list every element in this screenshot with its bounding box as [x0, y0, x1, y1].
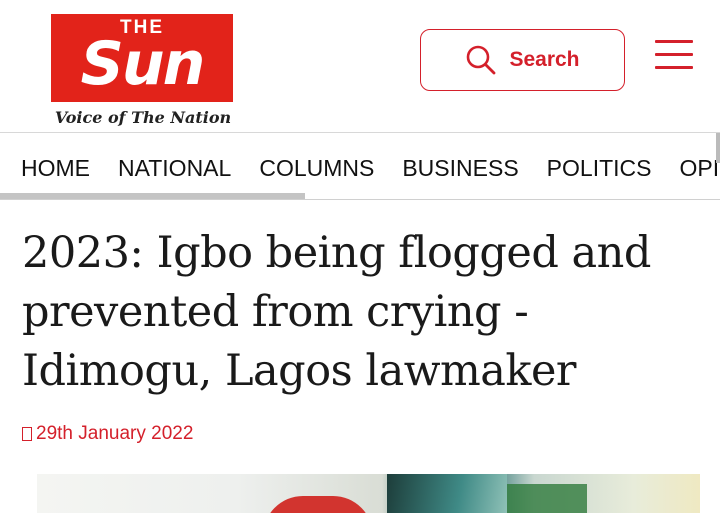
article-date: 29th January 2022 — [22, 423, 193, 445]
nav-item-business[interactable]: BUSINESS — [402, 155, 518, 182]
logo-tagline: Voice of The Nation — [54, 108, 232, 127]
hero-image-region — [387, 474, 507, 513]
hamburger-menu-icon — [655, 66, 693, 69]
hamburger-menu-icon — [655, 53, 693, 56]
logo-red-box: THE Sun — [51, 14, 233, 102]
nav-item-opinion[interactable]: OPI — [679, 155, 719, 182]
site-logo[interactable]: THE Sun Voice of The Nation — [48, 12, 238, 132]
hamburger-menu-icon — [655, 40, 693, 43]
nav-scrollbar[interactable] — [0, 193, 720, 199]
article-hero-image[interactable] — [37, 474, 700, 513]
nav-item-columns[interactable]: COLUMNS — [259, 155, 374, 182]
nav-scrollbar-thumb[interactable] — [0, 193, 305, 199]
hero-image-region — [507, 484, 587, 513]
logo-sun-text: Sun — [80, 29, 206, 99]
search-button-label: Search — [509, 48, 580, 71]
main-navigation: HOME NATIONAL COLUMNS BUSINESS POLITICS … — [0, 132, 720, 200]
hero-image-region — [263, 496, 373, 513]
search-button[interactable]: Search — [420, 29, 625, 91]
article-date-text: 29th January 2022 — [36, 423, 194, 444]
clock-icon — [22, 427, 32, 441]
article-headline: 2023: Igbo being flogged and prevented f… — [22, 228, 651, 396]
nav-item-home[interactable]: HOME — [21, 155, 90, 182]
hamburger-menu-button[interactable] — [655, 38, 693, 72]
nav-items: HOME NATIONAL COLUMNS BUSINESS POLITICS … — [21, 155, 719, 182]
search-icon — [467, 45, 496, 75]
site-header: THE Sun Voice of The Nation Search — [0, 0, 720, 132]
nav-item-politics[interactable]: POLITICS — [547, 155, 652, 182]
nav-item-national[interactable]: NATIONAL — [118, 155, 231, 182]
nav-edge-marker — [716, 133, 720, 163]
